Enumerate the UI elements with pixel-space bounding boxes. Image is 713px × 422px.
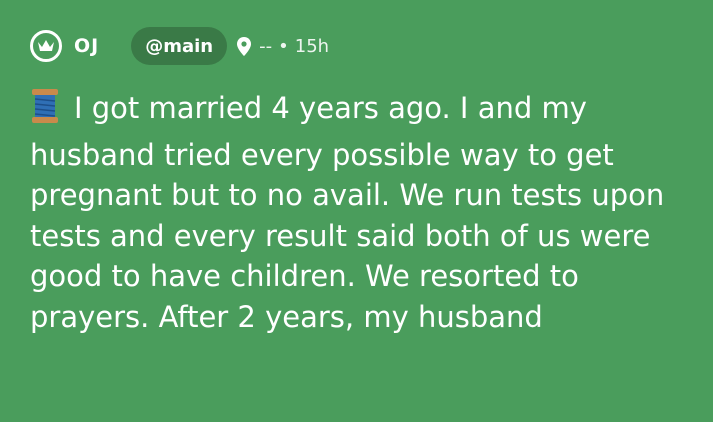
location-text: -- [259,35,273,57]
post-body: I got married 4 years ago. I and my husb… [30,88,680,337]
username[interactable]: OJ [74,35,99,57]
post-time: 15h [294,35,330,57]
post-text: I got married 4 years ago. I and my husb… [30,91,665,334]
separator-dot: • [278,35,289,57]
location-pin-icon [237,36,252,56]
crown-icon[interactable] [30,30,62,62]
post-header: OJ @main -- • 15h [30,27,329,65]
thread-spool-icon [30,88,60,135]
channel-pill[interactable]: @main [131,27,228,65]
